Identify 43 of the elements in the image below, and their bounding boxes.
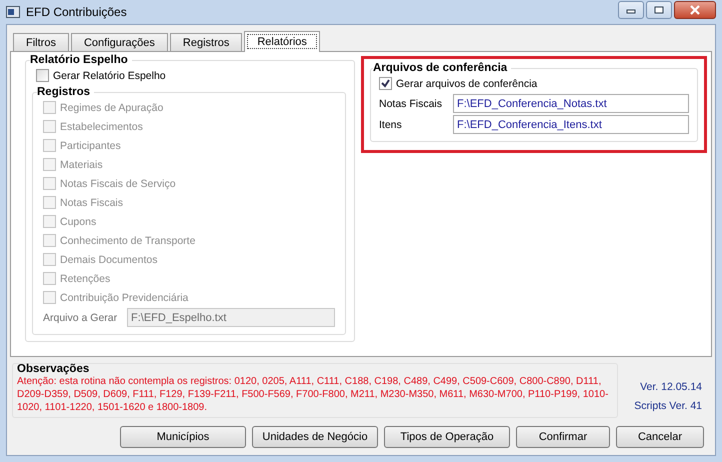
checkbox-label: Demais Documentos [60, 254, 158, 266]
checkbox[interactable] [36, 69, 49, 82]
version-text: Ver. 12.05.14 [640, 381, 702, 393]
checkbox-label: Notas Fiscais [60, 196, 124, 208]
checkbox-label: Estabelecimentos [60, 120, 143, 132]
close-button[interactable] [674, 1, 716, 19]
checkbox-label: Gerar Relatório Espelho [53, 70, 166, 82]
checkbox-label: Contribuição Previdenciária [60, 292, 188, 304]
restore-icon [654, 6, 664, 14]
maximize-button[interactable] [646, 1, 672, 19]
input-field[interactable]: F:\EFD_Conferencia_Itens.txt [453, 115, 689, 134]
notes-title: Observações [17, 363, 90, 375]
field-label: Arquivo a Gerar [43, 312, 118, 324]
action-button[interactable]: Tipos de Operação [384, 426, 510, 448]
app-icon [6, 6, 20, 18]
tab[interactable]: Filtros [13, 33, 69, 51]
field-label: Itens [379, 118, 403, 130]
notes-text: Atenção: esta rotina não contempla os registros: 0120, 0205, A111, C111, C188, C198, C489, C499, C509-C609, C800-C890, D111, D209-D359, D509, D609, F111, F129, F139-F211, F500-F569, F700-F800, M211, M230-M350, M611, M630-M700, P110-P199, 1010-1020, 1101-1220, 1501-1620 e 1800-1809. [17, 375, 610, 414]
checkbox-label: Participantes [60, 140, 121, 152]
checkbox-label: Cupons [60, 216, 96, 228]
group-title: Registros [37, 86, 92, 98]
checkbox-label: Notas Fiscais de Serviço [60, 178, 176, 190]
minimize-button[interactable] [618, 1, 644, 19]
tab[interactable]: Configurações [70, 33, 168, 51]
input-field[interactable]: F:\EFD_Conferencia_Notas.txt [453, 94, 689, 113]
group-title: Relatório Espelho [30, 54, 129, 66]
checkbox-label: Gerar arquivos de conferência [396, 78, 538, 90]
tab[interactable]: Registros [170, 33, 242, 51]
action-button[interactable]: Cancelar [616, 426, 704, 448]
checkbox-label: Conhecimento de Transporte [60, 234, 196, 246]
action-button[interactable]: Unidades de Negócio [252, 426, 378, 448]
checkbox-label: Retenções [60, 272, 110, 284]
tab[interactable]: Relatórios [244, 31, 320, 52]
action-button[interactable]: Confirmar [516, 426, 610, 448]
action-button[interactable]: Municípios [120, 426, 246, 448]
checkbox[interactable] [379, 77, 392, 90]
checkbox-label: Regimes de Apuração [60, 102, 164, 114]
window-title: EFD Contribuições [26, 5, 127, 19]
group-title: Arquivos de conferência [373, 62, 508, 74]
checkbox-label: Materiais [60, 158, 103, 170]
close-icon [689, 5, 701, 15]
field-label: Notas Fiscais [379, 98, 444, 110]
version-text: Scripts Ver. 41 [634, 400, 702, 412]
